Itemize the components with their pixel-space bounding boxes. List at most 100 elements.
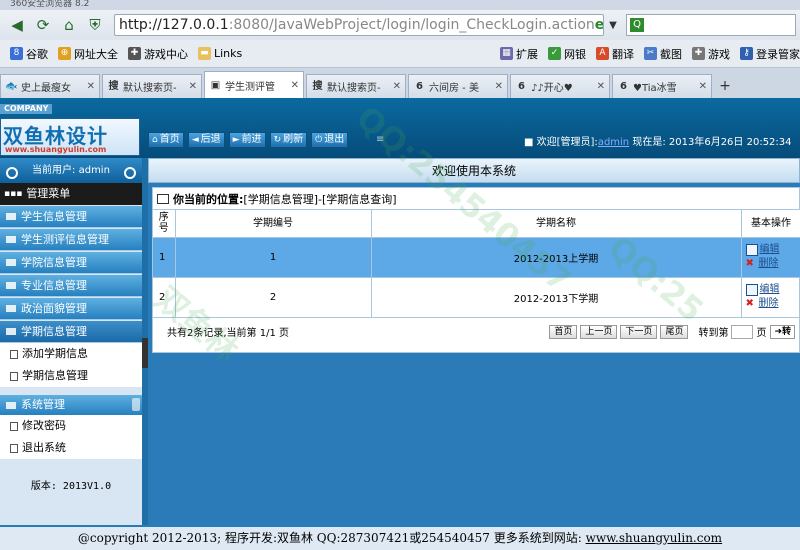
forward-icon: ► bbox=[232, 135, 240, 145]
close-icon[interactable]: ✕ bbox=[393, 81, 401, 92]
browser-tab[interactable]: 搜默认搜索页- ✕ bbox=[102, 74, 202, 98]
chevron-down-icon[interactable]: ▼ bbox=[604, 20, 622, 31]
content-panel: 你当前的位置: [学期信息管理]-[学期信息查询] 序号 学期编号 学期名称 基… bbox=[152, 187, 800, 353]
first-page-button[interactable]: 首页 bbox=[549, 324, 578, 339]
refresh-icon[interactable]: ⟳ bbox=[32, 14, 54, 36]
cell-no: 1 bbox=[153, 237, 176, 278]
tool-bank[interactable]: ✓ 网银 bbox=[548, 46, 586, 62]
browser-tab[interactable]: 6 ♪♪开心♥ ✕ bbox=[510, 74, 610, 98]
tab-favicon-icon: 6 bbox=[518, 81, 525, 92]
column-header-name: 学期名称 bbox=[371, 210, 742, 238]
compat-mode-icon[interactable]: e bbox=[595, 17, 603, 33]
sidebar: 当前用户: admin ▪▪▪ 管理菜单 学生信息管理 学生测评信息管理 学院信息管… bbox=[0, 158, 142, 525]
sidebar-subitem[interactable]: 学期信息管理 bbox=[0, 365, 142, 387]
logo-url: www.shuangyulin.com bbox=[5, 145, 107, 154]
bookmark-google[interactable]: 8 谷歌 bbox=[10, 46, 48, 62]
tool-login[interactable]: ⚷ 登录管家 bbox=[740, 46, 800, 62]
tool-games[interactable]: ✚ 游戏 bbox=[692, 46, 730, 62]
go-button[interactable]: ➜转 bbox=[770, 324, 795, 339]
refresh-button[interactable]: ↻ 刷新 bbox=[269, 132, 308, 148]
browser-tab[interactable]: ▣ 学生测评管 ✕ bbox=[204, 71, 304, 98]
cell-no: 2 bbox=[153, 277, 176, 318]
sidebar-item[interactable]: 学生测评信息管理 bbox=[0, 229, 142, 251]
cell-name: 2012-2013下学期 bbox=[371, 277, 742, 318]
toolbar-menu-icon[interactable]: ≡ bbox=[376, 135, 386, 145]
document-icon bbox=[10, 371, 18, 381]
next-page-button[interactable]: 下一页 bbox=[620, 324, 658, 339]
bookmark-links[interactable]: ▬ Links bbox=[198, 47, 242, 60]
version-text: 版本: 2013V1.0 bbox=[30, 481, 112, 492]
menu-square-icon bbox=[6, 282, 16, 289]
page-number-input[interactable] bbox=[731, 324, 754, 339]
scissors-icon: ✂ bbox=[644, 47, 657, 60]
sidebar-subitem[interactable]: 退出系统 bbox=[0, 437, 142, 459]
delete-icon[interactable]: ✖ bbox=[746, 297, 758, 311]
close-icon[interactable]: ✕ bbox=[495, 81, 503, 92]
menu-square-icon bbox=[6, 259, 16, 266]
table-row[interactable]: 2 2 2012-2013下学期 编辑 ✖ 删除 bbox=[153, 277, 800, 318]
tool-screenshot[interactable]: ✂ 截图 bbox=[644, 46, 682, 62]
cell-name: 2012-2013上学期 bbox=[371, 237, 742, 278]
url-input[interactable]: http://127.0.0.1:8080/JavaWebProject/log… bbox=[114, 14, 604, 36]
page-title: 欢迎使用本系统 bbox=[148, 158, 800, 183]
browser-tab[interactable]: 🐟 史上最瘦女 ✕ bbox=[0, 74, 100, 98]
logout-button[interactable]: ⏻ 退出 bbox=[311, 132, 349, 148]
sidebar-item[interactable]: 学院信息管理 bbox=[0, 252, 142, 274]
home-icon[interactable]: ⌂ bbox=[58, 14, 80, 36]
close-icon[interactable]: ✕ bbox=[189, 81, 197, 92]
key-icon: ⚷ bbox=[740, 47, 753, 60]
sidebar-item[interactable]: 专业信息管理 bbox=[0, 275, 142, 297]
delete-icon[interactable]: ✖ bbox=[746, 257, 758, 271]
prev-page-button[interactable]: 上一页 bbox=[580, 324, 618, 339]
welcome-text: ■ 欢迎[管理员]:admin 现在是: 2013年6月26日 20:52:34 bbox=[524, 137, 792, 148]
tool-extensions[interactable]: ▦ 扩展 bbox=[500, 46, 538, 62]
search-input[interactable]: Q bbox=[626, 14, 796, 36]
edit-icon[interactable] bbox=[745, 244, 758, 256]
delete-link[interactable]: 删除 bbox=[759, 257, 779, 271]
close-icon[interactable]: ✕ bbox=[291, 80, 299, 91]
close-icon[interactable]: ✕ bbox=[699, 81, 707, 92]
back-icon[interactable]: ◀ bbox=[6, 14, 28, 36]
google-icon: 8 bbox=[10, 47, 23, 60]
app-toolbar: ⌂ 首页 ◄ 后退 ► 前进 ↻ 刷新 ⏻ 退出 bbox=[148, 132, 352, 148]
column-header-id: 学期编号 bbox=[175, 210, 372, 238]
new-tab-icon[interactable]: + bbox=[714, 74, 736, 98]
browser-tab[interactable]: 6 六间房 - 美 ✕ bbox=[408, 74, 508, 98]
table-icon bbox=[157, 193, 169, 204]
sidebar-subitem[interactable]: 修改密码 bbox=[0, 415, 142, 437]
tab-favicon-icon: 搜 bbox=[312, 81, 323, 92]
footer: @copyright 2012-2013; 程序开发:双鱼林 QQ:287307… bbox=[0, 525, 800, 550]
table-row[interactable]: 1 1 2012-2013上学期 编辑 ✖ 删除 bbox=[153, 237, 800, 278]
forward-button[interactable]: ► 前进 bbox=[228, 132, 266, 148]
search-engine-icon[interactable]: Q bbox=[630, 18, 644, 32]
company-badge: COMPANY bbox=[0, 104, 53, 114]
sidebar-item[interactable]: 政治面貌管理 bbox=[0, 298, 142, 320]
main-area: 欢迎使用本系统 你当前的位置: [学期信息管理]-[学期信息查询] 序号 学期编… bbox=[148, 158, 800, 525]
browser-tab[interactable]: 6 ♥Tia冰雪 ✕ bbox=[612, 74, 712, 98]
tool-translate[interactable]: A 翻译 bbox=[596, 46, 634, 62]
footer-site-link[interactable]: www.shuangyulin.com bbox=[586, 531, 722, 545]
delete-link[interactable]: 删除 bbox=[759, 297, 779, 311]
edit-link[interactable]: 编辑 bbox=[760, 243, 780, 257]
sidebar-item-system[interactable]: 系统管理 bbox=[0, 395, 142, 415]
bookmark-games[interactable]: ✚ 游戏中心 bbox=[128, 46, 188, 62]
browser-tab[interactable]: 搜默认搜索页- ✕ bbox=[306, 74, 406, 98]
sidebar-item[interactable]: 学期信息管理 bbox=[0, 321, 142, 343]
column-header-ops: 基本操作 bbox=[741, 210, 800, 238]
home-icon: ⌂ bbox=[152, 135, 158, 145]
edit-link[interactable]: 编辑 bbox=[760, 283, 780, 297]
home-button[interactable]: ⌂ 首页 bbox=[148, 132, 184, 148]
edit-icon[interactable] bbox=[745, 284, 758, 296]
close-icon[interactable]: ✕ bbox=[87, 81, 95, 92]
back-button[interactable]: ◄ 后退 bbox=[187, 132, 225, 148]
last-page-button[interactable]: 尾页 bbox=[660, 324, 689, 339]
tab-favicon-icon: 6 bbox=[620, 81, 627, 92]
sidebar-subitem[interactable]: 添加学期信息 bbox=[0, 343, 142, 365]
collapse-icon[interactable] bbox=[132, 398, 140, 411]
back-icon: ◄ bbox=[191, 135, 199, 145]
close-icon[interactable]: ✕ bbox=[597, 81, 605, 92]
welcome-user-link[interactable]: admin bbox=[598, 137, 629, 148]
sidebar-item[interactable]: 学生信息管理 bbox=[0, 206, 142, 228]
bookmark-sites[interactable]: ⊕ 网址大全 bbox=[58, 46, 118, 62]
shield-icon[interactable]: ⛨ bbox=[84, 14, 106, 36]
